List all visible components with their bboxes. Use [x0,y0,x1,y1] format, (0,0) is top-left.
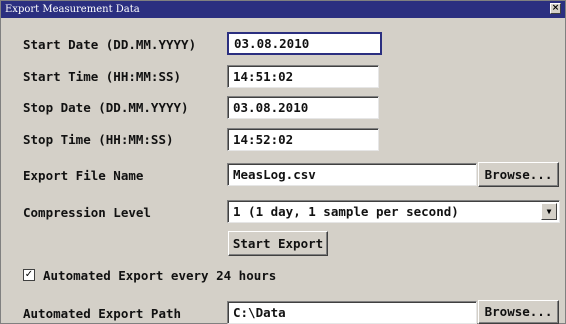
title-bar: Export Measurement Data × [1,1,565,18]
auto-path-browse-button[interactable]: Browse... [478,300,559,324]
export-file-browse-button[interactable]: Browse... [478,162,559,187]
compression-label: Compression Level [23,205,151,220]
export-dialog: Export Measurement Data × Start Date (DD… [0,0,566,324]
start-date-label: Start Date (DD.MM.YYYY) [23,37,197,52]
export-file-input[interactable]: MeasLog.csv [227,163,477,186]
start-time-label: Start Time (HH:MM:SS) [23,69,182,84]
auto-export-checkbox[interactable]: ✓ [23,269,35,281]
compression-selected-value: 1 (1 day, 1 sample per second) [233,204,459,219]
compression-select[interactable]: 1 (1 day, 1 sample per second) ▼ [227,200,560,223]
auto-path-label: Automated Export Path [23,306,182,321]
stop-time-label: Stop Time (HH:MM:SS) [23,132,174,147]
start-export-button[interactable]: Start Export [228,231,328,256]
stop-time-input[interactable]: 14:52:02 [227,128,379,151]
stop-date-input[interactable]: 03.08.2010 [227,96,379,119]
chevron-down-icon[interactable]: ▼ [541,203,557,220]
start-date-input[interactable]: 03.08.2010 [227,32,382,55]
start-time-input[interactable]: 14:51:02 [227,65,379,88]
stop-date-label: Stop Date (DD.MM.YYYY) [23,100,189,115]
auto-export-label: Automated Export every 24 hours [43,268,277,283]
export-file-label: Export File Name [23,168,144,183]
auto-path-input[interactable]: C:\Data [227,301,477,324]
close-icon[interactable]: × [550,3,561,14]
window-title: Export Measurement Data [5,4,140,15]
